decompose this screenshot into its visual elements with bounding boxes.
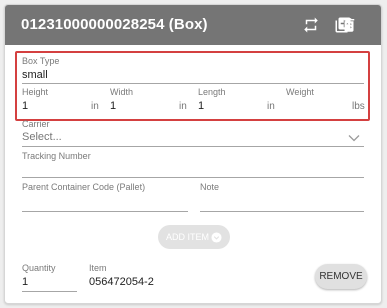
parent-container-input[interactable] — [22, 211, 188, 212]
container-title: 01231000000028254 (Box) — [21, 16, 208, 33]
quantity-underline — [22, 291, 77, 292]
container-card: 01231000000028254 (Box) Box Type small H… — [4, 4, 382, 304]
parent-container-label: Parent Container Code (Pallet) — [22, 182, 146, 192]
carrier-select[interactable]: Select... — [22, 131, 62, 143]
quantity-input[interactable]: 1 — [22, 276, 28, 288]
remove-button-label: REMOVE — [319, 271, 363, 282]
tracking-number-label: Tracking Number — [22, 151, 91, 161]
length-label: Length — [198, 87, 226, 97]
add-item-button[interactable]: ADD ITEM — [158, 225, 230, 249]
width-input[interactable]: 1 — [110, 100, 116, 112]
height-input[interactable]: 1 — [22, 100, 28, 112]
quantity-label: Quantity — [22, 263, 56, 273]
box-details-highlight — [15, 51, 370, 121]
item-label: Item — [89, 263, 107, 273]
width-label: Width — [110, 87, 134, 97]
height-label: Height — [22, 87, 49, 97]
item-value: 056472054-2 — [89, 276, 154, 288]
box-type-value[interactable]: small — [22, 69, 48, 81]
swap-icon[interactable] — [302, 16, 320, 34]
chevron-down-icon[interactable] — [348, 134, 360, 142]
weight-unit: lbs — [352, 101, 365, 112]
height-unit: in — [91, 101, 99, 112]
note-input[interactable] — [200, 211, 364, 212]
box-type-underline — [22, 83, 364, 84]
remove-button[interactable]: REMOVE — [315, 264, 367, 289]
weight-label: Weight — [286, 87, 314, 97]
length-input[interactable]: 1 — [198, 100, 204, 112]
expand-circle-icon — [211, 231, 222, 243]
carrier-underline — [22, 146, 364, 147]
width-unit: in — [179, 101, 187, 112]
card-header: 01231000000028254 (Box) — [5, 5, 381, 45]
note-label: Note — [200, 182, 220, 192]
tracking-number-input[interactable] — [22, 177, 364, 178]
length-unit: in — [267, 101, 275, 112]
box-type-label: Box Type — [22, 56, 60, 66]
carrier-label: Carrier — [22, 119, 50, 129]
add-item-label: ADD ITEM — [165, 232, 209, 242]
delete-icon[interactable] — [340, 16, 358, 34]
